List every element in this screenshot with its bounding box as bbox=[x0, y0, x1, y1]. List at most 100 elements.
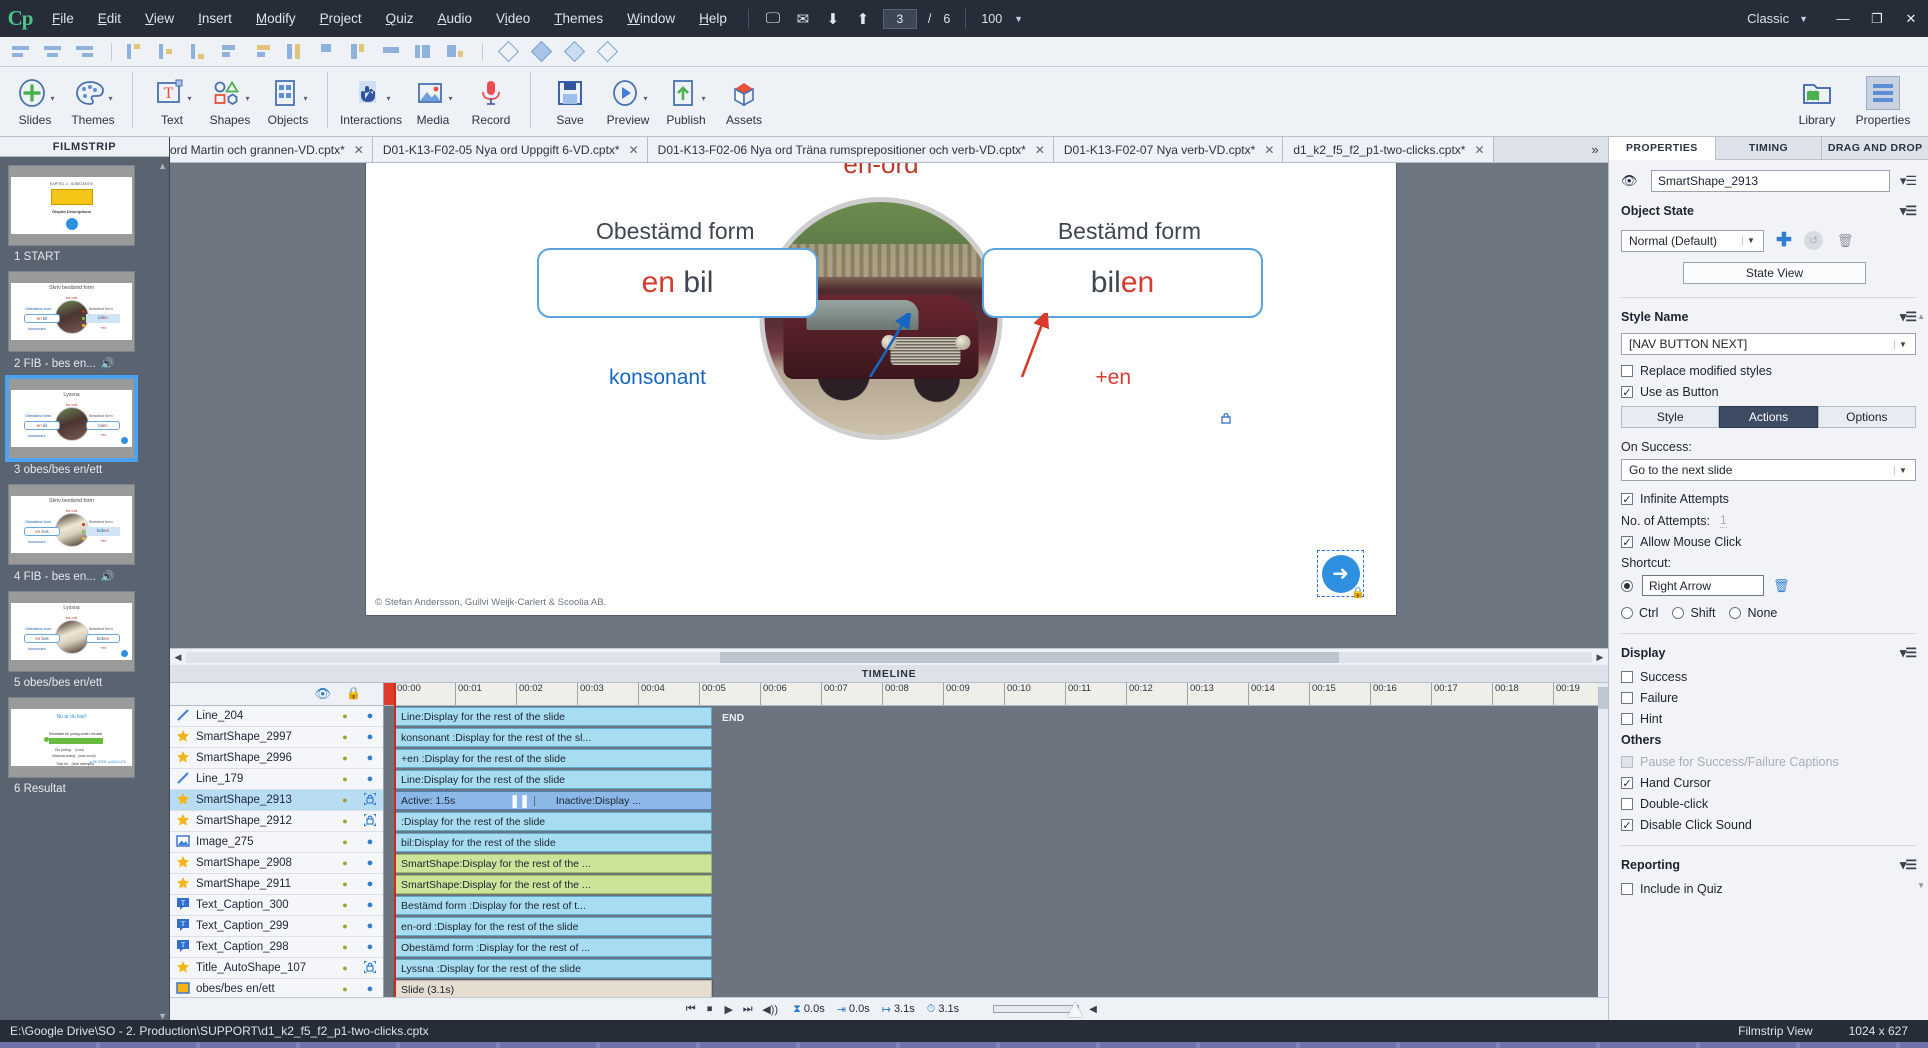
include-in-quiz-box[interactable] bbox=[1621, 883, 1633, 895]
timeline-lock-toggle-2[interactable]: ● bbox=[357, 752, 383, 764]
ribbon-preview-button[interactable]: ▾ Preview bbox=[599, 72, 657, 127]
align-center-icon[interactable] bbox=[42, 42, 66, 62]
ribbon-objects-button[interactable]: ▾ Objects bbox=[259, 72, 317, 127]
timeline-bars[interactable]: Line:Display for the rest of the slide ko… bbox=[384, 706, 1608, 999]
menu-video[interactable]: Video bbox=[484, 0, 542, 37]
stop-button[interactable]: ⏹ bbox=[700, 1003, 719, 1016]
filmstrip-scroll-up-icon[interactable]: ▲ bbox=[158, 161, 167, 171]
timeline-bar-6[interactable]: bil:Display for the rest of the slide bbox=[394, 833, 712, 852]
slide-title-text[interactable]: en-ord bbox=[366, 163, 1396, 180]
timeline-visibility-toggle-12[interactable]: ● bbox=[333, 963, 357, 973]
slide-canvas[interactable]: en-ord Obestämd form Bestämd form en bil… bbox=[366, 163, 1396, 615]
filmstrip-slide-6[interactable]: Nu är du klar! Resultatet för poäng-orde… bbox=[0, 689, 162, 795]
timeline-visibility-toggle-7[interactable]: ● bbox=[333, 858, 357, 868]
timeline-visibility-toggle-0[interactable]: ● bbox=[333, 711, 357, 721]
timeline-lock-toggle-4[interactable] bbox=[357, 792, 383, 809]
subtab-options[interactable]: Options bbox=[1817, 406, 1916, 428]
shortcut-delete-icon[interactable]: 🗑 bbox=[1773, 578, 1790, 594]
menu-modify[interactable]: Modify bbox=[244, 0, 308, 37]
align-middle-icon[interactable] bbox=[157, 42, 181, 62]
slide-stage[interactable]: en-ord Obestämd form Bestämd form en bil… bbox=[170, 163, 1608, 648]
themes-caret-icon[interactable]: ▾ bbox=[108, 94, 112, 103]
double-click-checkbox[interactable]: Double-click bbox=[1621, 797, 1916, 811]
arrow-down-icon[interactable]: ⬇ bbox=[818, 10, 848, 28]
modifier-none-radio[interactable] bbox=[1729, 607, 1742, 619]
objects-caret-icon[interactable]: ▾ bbox=[303, 94, 307, 103]
menu-insert[interactable]: Insert bbox=[186, 0, 244, 37]
eye-icon[interactable]: 👁 bbox=[314, 686, 331, 702]
timeline-scroll-thumb[interactable] bbox=[1598, 687, 1608, 709]
menu-view[interactable]: View bbox=[133, 0, 186, 37]
timeline-bar-10[interactable]: en-ord :Display for the rest of the slid… bbox=[394, 917, 712, 936]
display-success-box[interactable] bbox=[1621, 671, 1633, 683]
shortcut-input[interactable]: Right Arrow bbox=[1642, 575, 1764, 596]
mail-icon[interactable]: ✉ bbox=[788, 10, 818, 28]
timeline-visibility-toggle-1[interactable]: ● bbox=[333, 732, 357, 742]
send-backward-icon[interactable] bbox=[596, 40, 619, 63]
doc-tab-close-3[interactable]: ✕ bbox=[1264, 143, 1274, 157]
close-button[interactable]: ✕ bbox=[1894, 0, 1928, 37]
timeline-visibility-toggle-2[interactable]: ● bbox=[333, 753, 357, 763]
timeline-lock-toggle-9[interactable]: ● bbox=[357, 899, 383, 911]
arrow-up-icon[interactable]: ⬆ bbox=[848, 10, 878, 28]
timeline-bar-8[interactable]: SmartShape:Display for the rest of the .… bbox=[394, 875, 712, 894]
timeline-row-7[interactable]: SmartShape_2908 ● ● bbox=[170, 853, 383, 874]
timeline-visibility-toggle-3[interactable]: ● bbox=[333, 774, 357, 784]
style-name-select[interactable]: [NAV BUTTON NEXT] ▼ bbox=[1621, 333, 1916, 355]
allow-mouse-click-checkbox[interactable]: ✓ Allow Mouse Click bbox=[1621, 535, 1916, 549]
doc-tab-close-0[interactable]: ✕ bbox=[354, 143, 364, 157]
timeline-bar-12[interactable]: Lyssna :Display for the rest of the slid… bbox=[394, 959, 712, 978]
object-name-menu-icon[interactable]: ▾☰ bbox=[1890, 173, 1917, 189]
menu-edit[interactable]: Edit bbox=[86, 0, 133, 37]
timeline-row-9[interactable]: T Text_Caption_300 ● ● bbox=[170, 895, 383, 916]
infinite-attempts-checkbox[interactable]: ✓ Infinite Attempts bbox=[1621, 492, 1916, 506]
slides-caret-icon[interactable]: ▾ bbox=[50, 94, 54, 103]
filmstrip-slide-5[interactable]: Lyssna en-ord Obestämd form en bok konso… bbox=[0, 583, 162, 689]
timeline-lock-toggle-12[interactable] bbox=[357, 960, 383, 977]
ribbon-publish-button[interactable]: ▾ Publish bbox=[657, 72, 715, 127]
on-success-select[interactable]: Go to the next slide ▼ bbox=[1621, 459, 1916, 481]
timeline-zoom-slider[interactable] bbox=[993, 1002, 1084, 1017]
distribute-vertical-icon[interactable] bbox=[317, 42, 341, 62]
slide-thumbnail-1[interactable]: KAPITEL 2 - SUBSTANTIV Ölsplnt Descripti… bbox=[8, 165, 135, 246]
use-as-button-checkbox[interactable]: ✓ Use as Button bbox=[1621, 385, 1916, 399]
playhead-marker[interactable] bbox=[384, 683, 394, 705]
subtab-actions[interactable]: Actions bbox=[1719, 406, 1818, 428]
stage-scroll-left-icon[interactable]: ◀ bbox=[170, 652, 186, 663]
filmstrip-slide-4[interactable]: Skriv bestämd form en-ord Obestämd form … bbox=[0, 476, 162, 583]
play-button[interactable]: ▶ bbox=[719, 1003, 738, 1016]
ribbon-properties-button[interactable]: Properties bbox=[1850, 72, 1916, 127]
display-failure-box[interactable] bbox=[1621, 692, 1633, 704]
media-caret-icon[interactable]: ▾ bbox=[448, 94, 452, 103]
display-success-checkbox[interactable]: Success bbox=[1621, 670, 1916, 684]
doc-tab-2[interactable]: D01-K13-F02-06 Nya ord Träna rumspreposi… bbox=[647, 137, 1054, 162]
timeline-visibility-toggle-10[interactable]: ● bbox=[333, 921, 357, 931]
workspace-dropdown-icon[interactable]: ▼ bbox=[1799, 14, 1808, 24]
timeline-lock-toggle-13[interactable]: ● bbox=[357, 983, 383, 995]
ribbon-interactions-button[interactable]: ▾ Interactions bbox=[338, 72, 404, 127]
menu-project[interactable]: Project bbox=[308, 0, 374, 37]
object-state-caret-icon[interactable]: ▼ bbox=[1742, 236, 1759, 245]
stage-scroll-thumb[interactable] bbox=[720, 651, 1339, 663]
align-right-edge-icon[interactable] bbox=[253, 42, 277, 62]
timeline-visibility-toggle-13[interactable]: ● bbox=[333, 984, 357, 994]
replace-modified-styles-box[interactable] bbox=[1621, 365, 1633, 377]
pause-marker-icon[interactable]: ❚❚ bbox=[509, 793, 530, 809]
go-to-end-button[interactable]: ⏭ bbox=[738, 1003, 757, 1016]
stage-horizontal-scrollbar[interactable]: ◀ ▶ bbox=[170, 648, 1608, 665]
timeline-bar-4[interactable]: Active: 1.5s ❚❚ | Inactive:Display ... bbox=[394, 791, 712, 810]
on-success-caret-icon[interactable]: ▼ bbox=[1894, 465, 1911, 475]
doc-tab-close-1[interactable]: ✕ bbox=[629, 143, 639, 157]
timeline-lock-toggle-10[interactable]: ● bbox=[357, 920, 383, 932]
timeline-vertical-scrollbar[interactable] bbox=[1598, 683, 1608, 997]
style-name-menu-icon[interactable]: ▾☰ bbox=[1890, 309, 1917, 325]
menu-window[interactable]: Window bbox=[615, 0, 687, 37]
label-plus-en[interactable]: +en bbox=[1095, 366, 1131, 390]
object-name-input[interactable]: SmartShape_2913 bbox=[1651, 170, 1890, 192]
timeline-track-area[interactable]: 00:00 00:01 00:02 00:03 00:04 00:05 00:06 00:07… bbox=[384, 683, 1608, 999]
timeline-lock-toggle-0[interactable]: ● bbox=[357, 710, 383, 722]
stage-scroll-track[interactable] bbox=[186, 651, 1592, 663]
timeline-visibility-toggle-9[interactable]: ● bbox=[333, 900, 357, 910]
visibility-eye-icon[interactable]: 👁 bbox=[1621, 173, 1651, 189]
ribbon-themes-button[interactable]: ▾ Themes bbox=[64, 72, 122, 127]
